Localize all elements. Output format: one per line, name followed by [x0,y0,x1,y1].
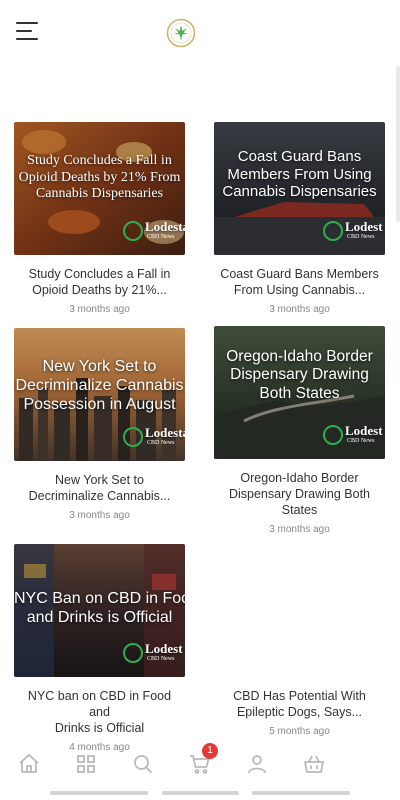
article-title[interactable]: Coast Guard Bans Members From Using Canna… [214,266,385,298]
article-card[interactable]: NYC Ban on CBD in Food and Drinks is Offi… [14,544,185,753]
brand-ring-icon [123,427,143,447]
scroll-indicator [396,66,400,222]
article-time: 3 months ago [269,304,330,315]
lodestar-watermark: Lodesta CBD News [123,425,185,451]
image-caption: Study Concludes a Fall in Opioid Deaths b… [18,153,181,202]
article-thumbnail[interactable]: Oregon-Idaho Border Dispensary Drawing Bot… [214,326,385,459]
cart-count-badge: 1 [202,743,218,759]
article-time: 3 months ago [69,304,130,315]
bottom-tab-bar: 1 [0,743,400,784]
article-card[interactable]: Coast Guard Bans Members From Using Cannab… [214,122,385,315]
article-title[interactable]: Oregon-Idaho Border Dispensary Drawing Bo… [214,470,385,518]
hamburger-menu-icon[interactable] [16,22,38,40]
article-card[interactable]: CBD Has Potential With Epileptic Dogs, Sa… [214,544,385,737]
article-card[interactable]: New York Set to Decriminalize Cannabis Pos… [14,328,185,521]
brand-ring-icon [323,221,343,241]
search-icon[interactable] [131,752,155,776]
brand-ring-icon [123,221,143,241]
article-time: 3 months ago [269,524,330,535]
lodestar-watermark: Lodest CBD News [123,641,185,667]
article-time: 5 months ago [269,726,330,737]
article-card[interactable]: Oregon-Idaho Border Dispensary Drawing Bot… [214,326,385,535]
grid-categories-icon[interactable] [74,752,98,776]
article-thumbnail[interactable]: Study Concludes a Fall in Opioid Deaths b… [14,122,185,255]
article-thumbnail[interactable]: New York Set to Decriminalize Cannabis Pos… [14,328,185,461]
lodestar-watermark: Lodesta CBD News [123,219,185,245]
nav-pill-left[interactable] [50,791,148,795]
nav-pill-center[interactable] [162,791,239,795]
lodestar-watermark: Lodest CBD News [323,423,385,449]
home-icon[interactable] [17,752,41,776]
cart-icon[interactable]: 1 [188,743,218,776]
app-header [0,0,400,64]
nav-pill-right[interactable] [252,791,350,795]
cannabis-leaf-logo-icon[interactable] [166,18,196,48]
image-caption: Oregon-Idaho Border Dispensary Drawing Bot… [226,348,373,402]
profile-icon[interactable] [245,752,269,776]
image-caption: New York Set to Decriminalize Cannabis Pos… [15,358,184,413]
article-thumbnail[interactable]: Coast Guard Bans Members From Using Cannab… [214,122,385,255]
article-title[interactable]: Study Concludes a Fall in Opioid Deaths b… [14,266,185,298]
lodestar-watermark: Lodest CBD News [323,219,385,245]
article-thumbnail[interactable]: NYC Ban on CBD in Food and Drinks is Offi… [14,544,185,677]
brand-ring-icon [123,643,143,663]
article-thumbnail[interactable] [214,544,385,677]
system-navigation-bar [0,786,400,800]
image-caption: NYC Ban on CBD in Food and Drinks is Offi… [14,590,185,626]
article-card[interactable]: Study Concludes a Fall in Opioid Deaths b… [14,122,185,315]
article-title[interactable]: CBD Has Potential With Epileptic Dogs, Sa… [214,688,385,720]
article-title[interactable]: New York Set to Decriminalize Cannabis... [14,472,185,504]
basket-icon[interactable] [302,752,326,776]
article-title[interactable]: NYC ban on CBD in Food and Drinks is Offi… [14,688,185,736]
brand-ring-icon [323,425,343,445]
article-time: 3 months ago [69,510,130,521]
image-caption: Coast Guard Bans Members From Using Cannab… [222,148,377,201]
